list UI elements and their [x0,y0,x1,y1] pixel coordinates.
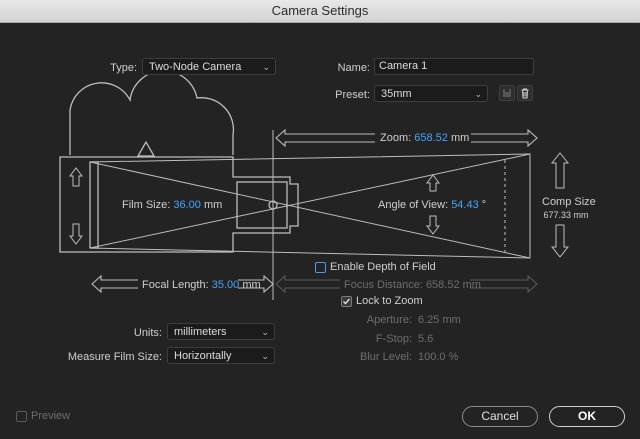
chevron-down-icon: ⌄ [262,62,270,72]
comp-size-label: Comp Size [542,196,596,208]
zoom-label: Zoom: 658.52 mm [380,132,469,144]
zoom-value[interactable]: 658.52 [414,132,448,144]
zoom-unit: mm [450,132,470,144]
cancel-button[interactable]: Cancel [462,406,538,427]
film-size-unit: mm [203,199,223,211]
units-value: millimeters [174,326,227,338]
ok-button[interactable]: OK [549,406,625,427]
blur-level-label: Blur Level: [360,351,412,363]
type-dropdown[interactable]: Two-Node Camera ⌄ [142,58,276,75]
focus-distance-value: 658.52 mm [425,279,481,291]
chevron-down-icon: ⌄ [261,351,269,361]
comp-size-up-arrow [550,152,570,189]
lock-to-zoom-checkbox[interactable] [341,296,352,307]
zoom-label-text: Zoom: [380,132,412,144]
chevron-down-icon: ⌄ [474,89,482,99]
measure-film-size-label: Measure Film Size: [67,351,162,363]
lock-to-zoom-label[interactable]: Lock to Zoom [356,295,423,307]
focus-distance-label: Focus Distance: 658.52 mm [344,279,481,291]
measure-film-size-value: Horizontally [174,350,232,362]
comp-size-value: 677.33 mm [543,210,589,220]
focal-length-value[interactable]: 35.00 [212,279,240,291]
trash-icon[interactable] [517,85,533,101]
angle-of-view-unit: ° [481,199,487,211]
save-preset-icon[interactable] [499,85,515,101]
film-size-label: Film Size: 36.00 mm [122,199,222,211]
angle-of-view-label-text: Angle of View: [378,199,449,211]
film-size-label-text: Film Size: [122,199,171,211]
angle-of-view-label: Angle of View: 54.43 ° [378,199,486,211]
focal-length-label-text: Focal Length: [142,279,209,291]
focal-length-label: Focal Length: 35.00 mm [142,279,261,291]
chevron-down-icon: ⌄ [261,327,269,337]
camera-reels-outline [69,70,235,155]
preview-label[interactable]: Preview [31,410,70,422]
depth-of-field-checkbox[interactable] [315,262,326,273]
checkmark-icon [343,298,351,305]
fstop-label: F-Stop: [375,333,412,345]
angle-down-arrow [426,215,440,235]
preset-value: 35mm [381,88,412,100]
aperture-label: Aperture: [366,314,412,326]
fstop-value: 5.6 [418,333,434,345]
focus-distance-label-text: Focus Distance: [344,279,423,291]
name-label: Name: [337,62,370,74]
comp-size-down-arrow [550,224,570,258]
depth-of-field-label[interactable]: Enable Depth of Field [330,261,436,273]
focal-length-unit: mm [242,279,261,291]
preview-checkbox[interactable] [16,411,27,422]
preset-label: Preset: [335,89,370,101]
preset-dropdown[interactable]: 35mm ⌄ [374,85,488,102]
angle-of-view-value[interactable]: 54.43 [451,199,479,211]
film-size-value[interactable]: 36.00 [173,199,201,211]
type-value: Two-Node Camera [149,61,242,73]
measure-film-size-dropdown[interactable]: Horizontally ⌄ [167,347,275,364]
blur-level-value: 100.0 % [418,351,459,363]
aperture-value: 6.25 mm [418,314,461,326]
units-label: Units: [133,327,162,339]
name-input[interactable]: Camera 1 [374,58,534,75]
reel-triangle [136,140,156,157]
film-size-down-arrow [69,223,83,245]
angle-up-arrow [426,174,440,192]
units-dropdown[interactable]: millimeters ⌄ [167,323,275,340]
film-plane [89,161,99,249]
film-size-up-arrow [69,167,83,187]
type-label: Type: [110,62,137,74]
lens-box [236,181,288,229]
